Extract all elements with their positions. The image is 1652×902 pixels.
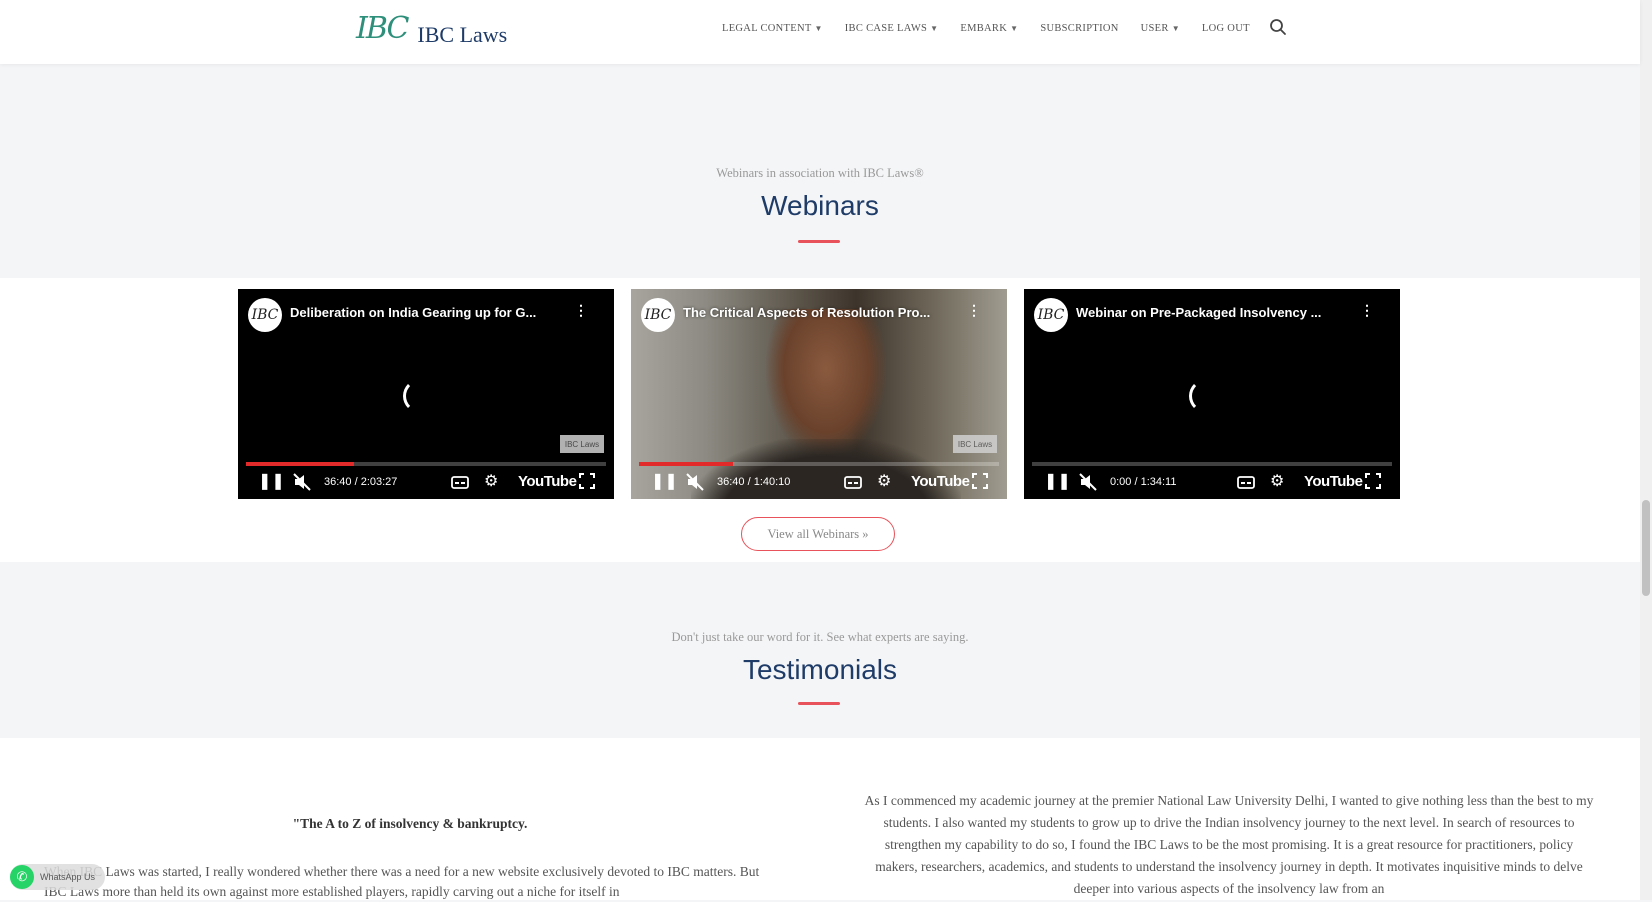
video-time: 36:40 / 1:40:10	[717, 476, 791, 488]
nav-log-out[interactable]: Log Out	[1202, 23, 1250, 34]
settings-gear-icon[interactable]: ⚙	[877, 472, 891, 492]
nav-subscription[interactable]: Subscription	[1040, 23, 1118, 34]
channel-avatar[interactable]: IBC	[641, 298, 675, 332]
nav-label: Legal Content	[722, 22, 812, 34]
logo-text: IBC Laws	[417, 22, 508, 47]
main-nav: Legal Content ▼ IBC Case Laws ▼ Embark ▼ Su…	[722, 18, 1272, 38]
pause-icon[interactable]: ❚❚	[1044, 472, 1071, 492]
testimonials-subtitle: Don't just take our word for it. See wha…	[671, 630, 969, 644]
webinar-video-3[interactable]: IBC Webinar on Pre-Packaged Insolvency .…	[1024, 289, 1400, 499]
fullscreen-icon[interactable]	[1364, 472, 1382, 496]
nav-user[interactable]: User ▼	[1141, 23, 1180, 34]
more-vert-icon[interactable]: ⋮	[967, 305, 981, 319]
testimonial-right-body: As I commenced my academic journey at th…	[864, 793, 1594, 896]
more-vert-icon[interactable]: ⋮	[574, 305, 588, 319]
webinars-title: Webinars	[761, 190, 879, 221]
scrollbar-thumb[interactable]	[1642, 500, 1650, 596]
video-title[interactable]: The Critical Aspects of Resolution Pro..…	[683, 305, 963, 320]
loading-spinner-icon	[403, 379, 437, 413]
channel-avatar[interactable]: IBC	[248, 298, 282, 332]
webinars-subtitle: Webinars in association with IBC Laws®	[716, 166, 924, 180]
site-header: IBC IBC Laws Legal Content ▼ IBC Case Law…	[0, 0, 1640, 64]
progress-bar[interactable]	[639, 462, 999, 466]
progress-fill	[639, 462, 733, 466]
testimonial-left-body: When IBC Laws was started, I really wond…	[44, 864, 760, 899]
channel-avatar[interactable]: IBC	[1034, 298, 1068, 332]
caret-down-icon: ▼	[930, 23, 939, 33]
nav-label: IBC Case Laws	[844, 22, 928, 34]
testimonials-title-underline	[798, 702, 840, 705]
site-logo[interactable]: IBC IBC Laws	[356, 11, 507, 48]
progress-fill	[246, 462, 354, 466]
nav-label: Log Out	[1201, 22, 1250, 34]
webinar-video-2[interactable]: IBC The Critical Aspects of Resolution P…	[631, 289, 1007, 499]
captions-icon[interactable]	[843, 472, 863, 498]
player-controls: ❚❚ 36:40 / 2:03:27 ⚙ YouTube	[238, 470, 614, 494]
channel-watermark[interactable]: IBC Laws	[953, 435, 997, 453]
testimonials-title: Testimonials	[742, 654, 898, 685]
video-time: 36:40 / 2:03:27	[324, 476, 398, 488]
loading-spinner-icon	[1189, 379, 1223, 413]
webinar-video-1[interactable]: IBC Deliberation on India Gearing up for…	[238, 289, 614, 499]
player-controls: ❚❚ 0:00 / 1:34:11 ⚙ YouTube	[1024, 470, 1400, 494]
pause-icon[interactable]: ❚❚	[651, 472, 678, 492]
youtube-logo[interactable]: YouTube	[518, 473, 577, 490]
video-time: 0:00 / 1:34:11	[1110, 476, 1177, 488]
whatsapp-label: WhatsApp Us	[40, 872, 96, 882]
settings-gear-icon[interactable]: ⚙	[484, 472, 498, 492]
progress-bar[interactable]	[1032, 462, 1392, 466]
youtube-logo[interactable]: YouTube	[1304, 473, 1363, 490]
nav-ibc-case-laws[interactable]: IBC Case Laws ▼	[845, 23, 939, 34]
webinars-title-underline	[798, 240, 840, 243]
nav-embark[interactable]: Embark ▼	[960, 23, 1018, 34]
youtube-logo[interactable]: YouTube	[911, 473, 970, 490]
caret-down-icon: ▼	[814, 23, 823, 33]
channel-watermark[interactable]: IBC Laws	[560, 435, 604, 453]
whatsapp-icon: ✆	[10, 865, 34, 889]
caret-down-icon: ▼	[1171, 23, 1180, 33]
captions-icon[interactable]	[450, 472, 470, 498]
speaker-face	[766, 309, 886, 459]
logo-mark: IBC	[356, 11, 409, 46]
pause-icon[interactable]: ❚❚	[258, 472, 285, 492]
mute-icon[interactable]	[292, 472, 312, 498]
nav-label: Embark	[960, 22, 1008, 34]
mute-icon[interactable]	[1078, 472, 1098, 498]
video-title[interactable]: Deliberation on India Gearing up for G..…	[290, 305, 570, 320]
fullscreen-icon[interactable]	[578, 472, 596, 496]
nav-label: Subscription	[1040, 22, 1119, 34]
fullscreen-icon[interactable]	[971, 472, 989, 496]
nav-label: User	[1140, 22, 1169, 34]
nav-legal-content[interactable]: Legal Content ▼	[722, 23, 823, 34]
progress-bar[interactable]	[246, 462, 606, 466]
testimonial-left-heading: "The A to Z of insolvency & bankruptcy.	[292, 816, 528, 831]
page-scrollbar[interactable]	[1640, 0, 1652, 900]
whatsapp-button[interactable]: ✆ WhatsApp Us	[10, 864, 106, 890]
caret-down-icon: ▼	[1010, 23, 1019, 33]
player-controls: ❚❚ 36:40 / 1:40:10 ⚙ YouTube	[631, 470, 1007, 494]
video-title[interactable]: Webinar on Pre-Packaged Insolvency ...	[1076, 305, 1356, 320]
mute-icon[interactable]	[685, 472, 705, 498]
more-vert-icon[interactable]: ⋮	[1360, 305, 1374, 319]
search-icon[interactable]	[1269, 18, 1287, 36]
view-all-webinars-button[interactable]: View all Webinars »	[741, 517, 895, 551]
captions-icon[interactable]	[1236, 472, 1256, 498]
settings-gear-icon[interactable]: ⚙	[1270, 472, 1284, 492]
